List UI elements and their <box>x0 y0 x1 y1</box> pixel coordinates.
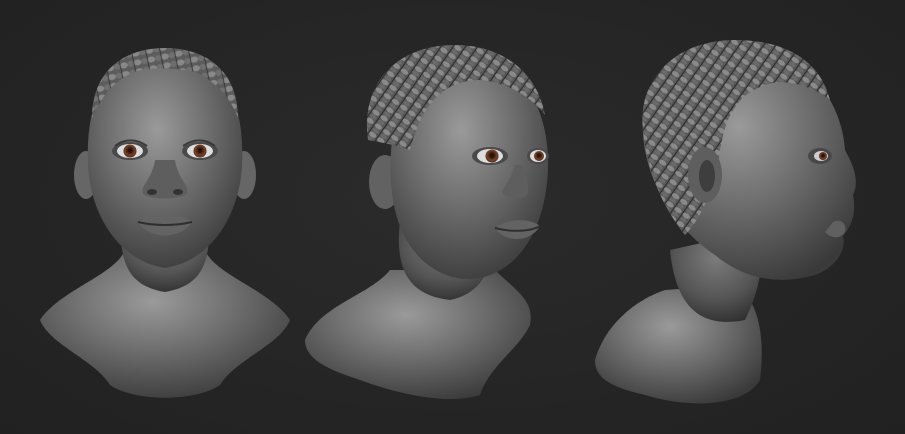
head-bust-three-quarter-view <box>290 0 560 434</box>
sculpt-turnaround-canvas <box>0 0 905 434</box>
head-bust-profile-view <box>575 0 885 434</box>
head-bust-front-view <box>20 0 310 434</box>
bust-shoulders <box>305 270 531 400</box>
